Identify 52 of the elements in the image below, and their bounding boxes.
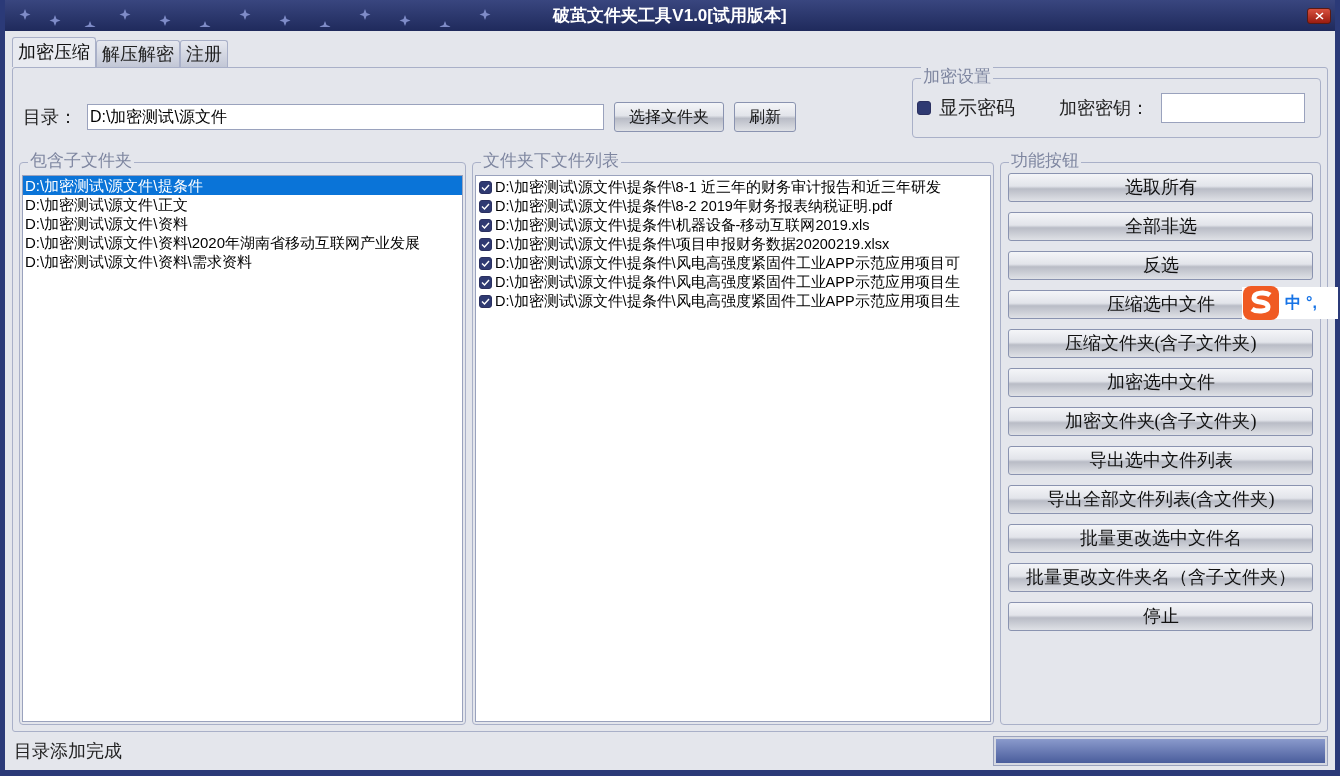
function-button[interactable]: 反选 (1008, 251, 1313, 280)
close-icon (1314, 12, 1324, 20)
folder-item[interactable]: D:\加密测试\源文件\资料\2020年湖南省移动互联网产业发展 (23, 233, 423, 252)
function-button[interactable]: 压缩文件夹(含子文件夹) (1008, 329, 1313, 358)
function-button[interactable]: 停止 (1008, 602, 1313, 631)
directory-button[interactable]: 选择文件夹 (614, 102, 724, 132)
file-name: D:\加密测试\源文件\提条件\风电高强度紧固件工业APP示范应用项目生 (495, 272, 960, 292)
group-title: 功能按钮 (1009, 151, 1081, 171)
function-button[interactable]: 导出全部文件列表(含文件夹) (1008, 485, 1313, 514)
folder-item[interactable]: D:\加密测试\源文件\正文 (23, 195, 190, 214)
tab[interactable]: 注册 (180, 40, 228, 67)
ime-text: 中 (1285, 293, 1301, 313)
group-title: 文件夹下文件列表 (481, 151, 621, 171)
folder-item[interactable]: D:\加密测试\源文件\资料 (23, 214, 190, 233)
checkbox-label: 显示密码 (939, 95, 1015, 120)
close-button[interactable] (1307, 8, 1331, 24)
file-checkbox[interactable] (479, 295, 492, 308)
folder-item[interactable]: D:\加密测试\源文件\资料\需求资料 (23, 252, 254, 271)
file-name: D:\加密测试\源文件\提条件\8-2 2019年财务报表纳税证明.pdf (495, 196, 893, 216)
group-title: 加密设置 (921, 67, 993, 87)
file-name: D:\加密测试\源文件\提条件\项目申报财务数据20200219.xlsx (495, 234, 890, 254)
tab[interactable]: 加密压缩 (12, 37, 96, 67)
function-button[interactable]: 导出选中文件列表 (1008, 446, 1313, 475)
ime-toolbar-menu[interactable]: 中 °, (1242, 287, 1338, 319)
file-checkbox[interactable] (479, 200, 492, 213)
ime-logo-icon (1242, 285, 1280, 321)
file-name: D:\加密测试\源文件\提条件\风电高强度紧固件工业APP示范应用项目生 (495, 291, 960, 311)
key-field[interactable] (1161, 93, 1305, 123)
tab[interactable]: 解压解密 (96, 40, 180, 67)
file-name: D:\加密测试\源文件\提条件\机器设备-移动互联网2019.xls (495, 215, 870, 235)
function-button[interactable]: 加密选中文件 (1008, 368, 1313, 397)
key-label: 加密密钥： (1059, 96, 1149, 120)
show-password-checkbox[interactable] (917, 101, 931, 115)
file-checkbox[interactable] (479, 219, 492, 232)
window-title: 破茧文件夹工具V1.0[试用版本] (553, 4, 787, 27)
file-checkbox[interactable] (479, 181, 492, 194)
folder-item[interactable]: D:\加密测试\源文件\提条件 (23, 176, 462, 195)
file-checkbox[interactable] (479, 257, 492, 270)
status-text: 目录添加完成 (14, 739, 122, 763)
function-button[interactable]: 批量更改文件夹名（含子文件夹） (1008, 563, 1313, 592)
function-button[interactable]: 全部非选 (1008, 212, 1313, 241)
file-checkbox[interactable] (479, 238, 492, 251)
file-name: D:\加密测试\源文件\提条件\风电高强度紧固件工业APP示范应用项目可 (495, 253, 960, 273)
group-title: 包含子文件夹 (28, 151, 134, 171)
function-button[interactable]: 选取所有 (1008, 173, 1313, 202)
file-name: D:\加密测试\源文件\提条件\8-1 近三年的财务审计报告和近三年研发 (495, 177, 941, 197)
file-checkbox[interactable] (479, 276, 492, 289)
directory-field[interactable]: D:\加密测试\源文件 (87, 104, 604, 130)
directory-button[interactable]: 刷新 (734, 102, 796, 132)
function-button[interactable]: 批量更改选中文件名 (1008, 524, 1313, 553)
directory-label: 目录： (23, 105, 77, 129)
function-button[interactable]: 加密文件夹(含子文件夹) (1008, 407, 1313, 436)
